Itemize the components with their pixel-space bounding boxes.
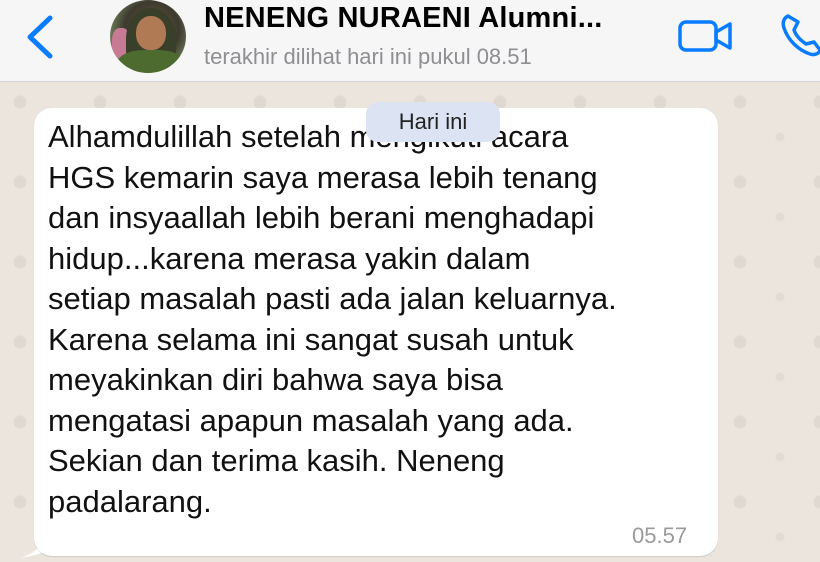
date-separator: Hari ini — [366, 102, 500, 142]
avatar[interactable] — [110, 0, 186, 73]
last-seen-status: terakhir dilihat hari ini pukul 08.51 — [204, 44, 532, 69]
message-time: 05.57 — [632, 523, 688, 548]
voice-call-button[interactable] — [778, 10, 820, 58]
back-button[interactable] — [18, 12, 62, 62]
video-camera-icon — [678, 20, 732, 52]
message-text: Alhamdulillah setelah mengikuti acara HG… — [48, 119, 617, 519]
contact-name[interactable]: NENENG NURAENI Alumni... — [204, 2, 664, 35]
chevron-left-icon — [27, 15, 53, 59]
chat-header: NENENG NURAENI Alumni... terakhir diliha… — [0, 0, 820, 82]
video-call-button[interactable] — [676, 16, 736, 56]
avatar-detail — [136, 16, 166, 50]
phone-icon — [781, 14, 820, 57]
chat-area[interactable]: Alhamdulillah setelah mengikuti acara HG… — [0, 82, 820, 562]
avatar-detail — [118, 50, 184, 73]
